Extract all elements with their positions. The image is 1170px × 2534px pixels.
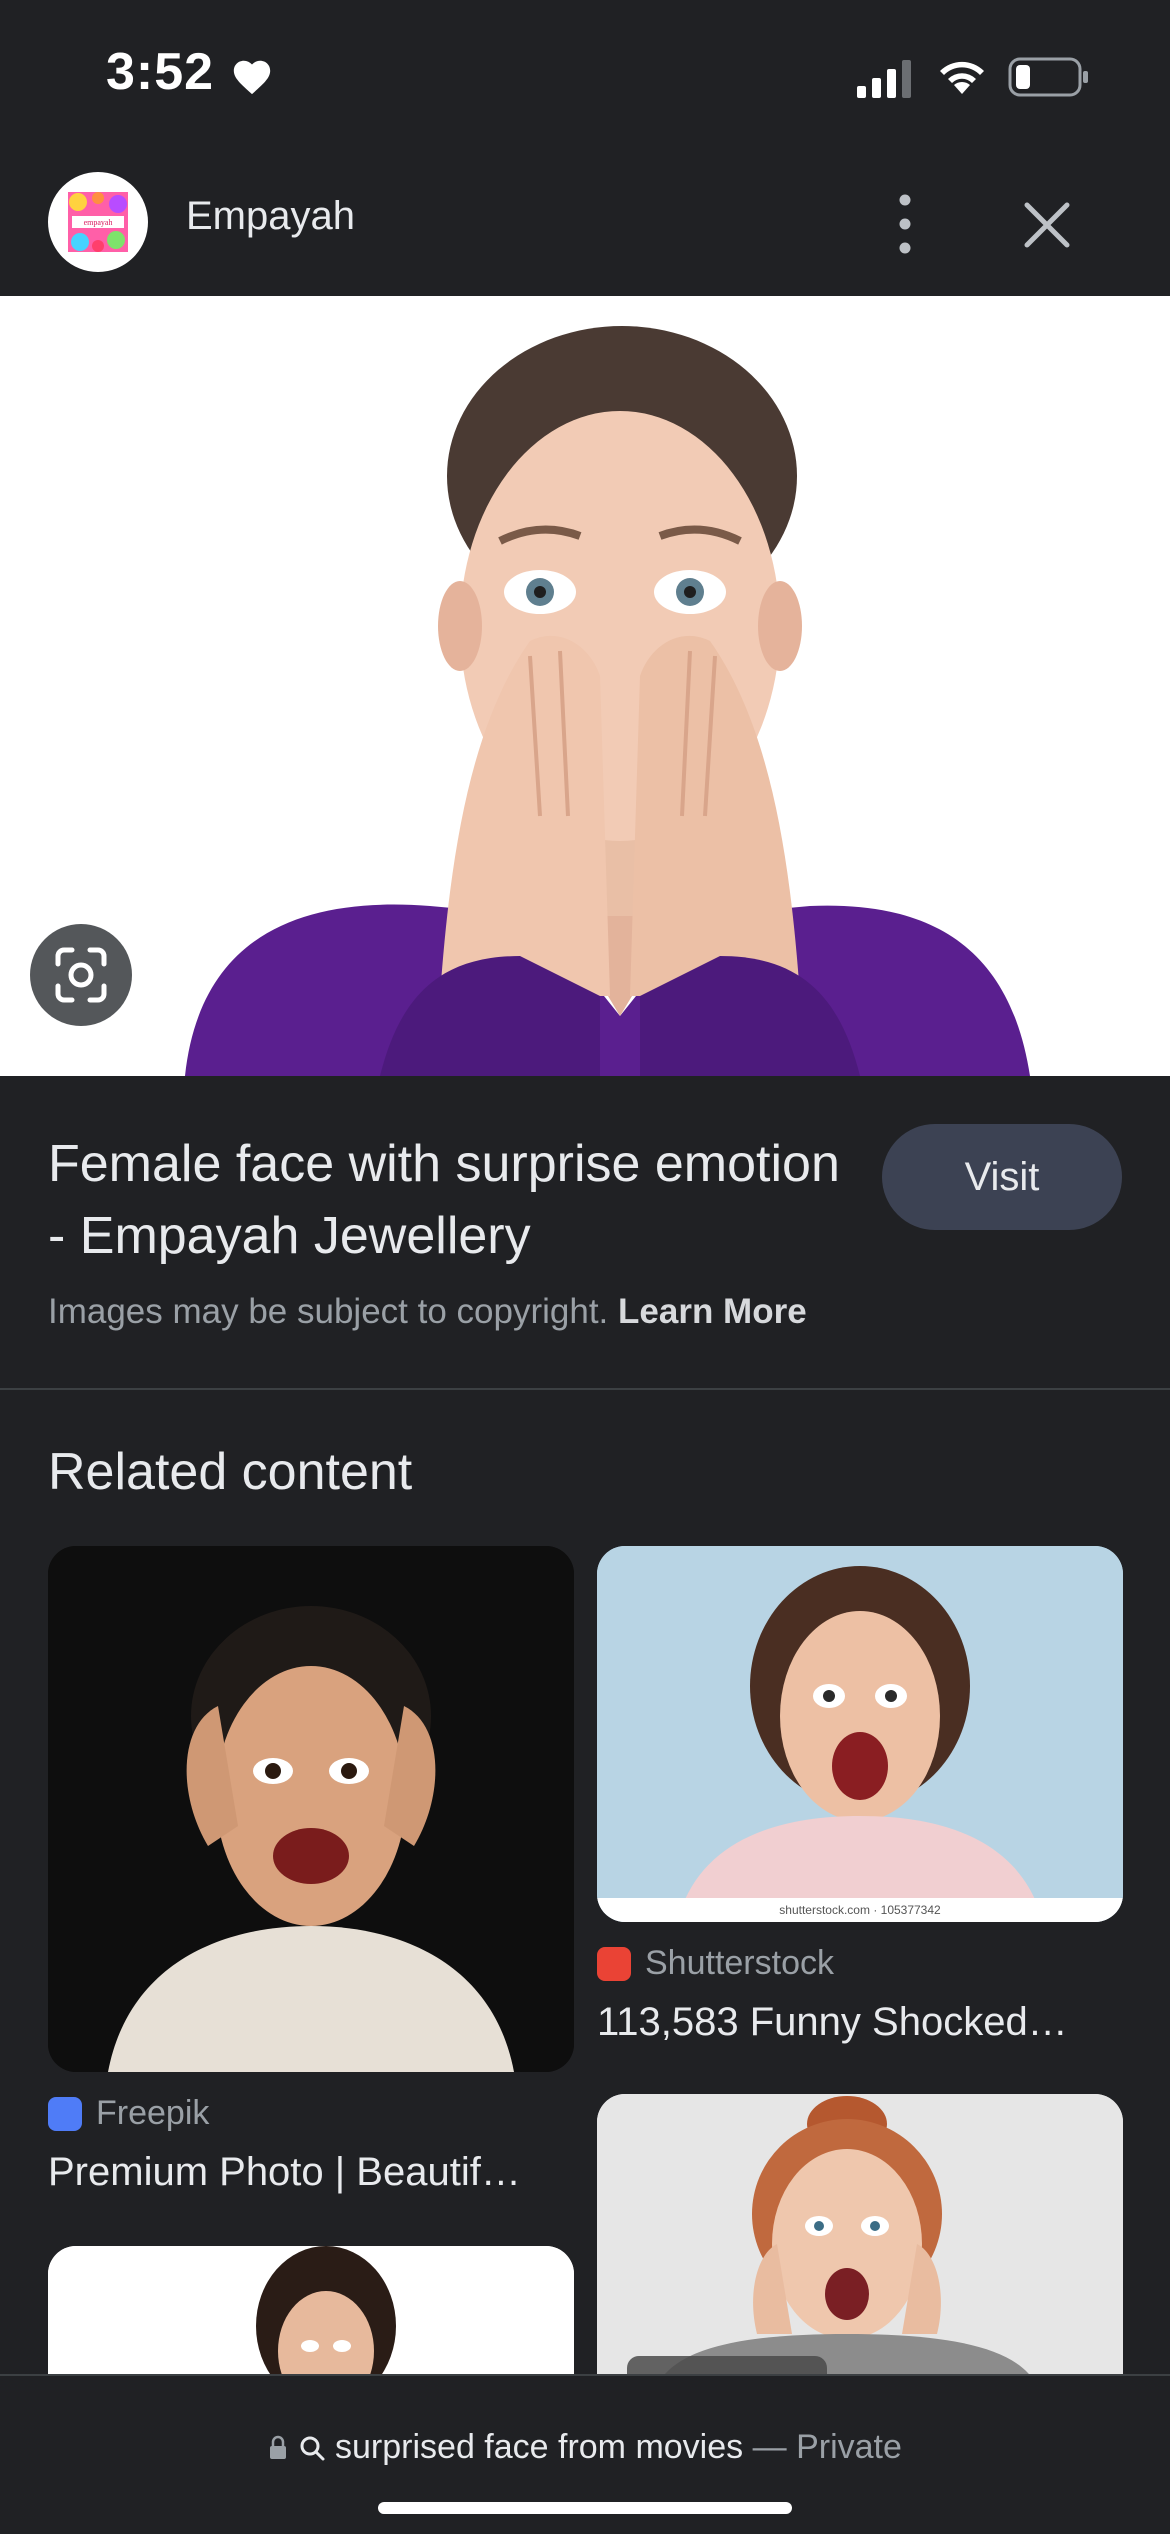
related-content-heading: Related content: [48, 1443, 413, 1501]
source-avatar[interactable]: empayah: [48, 172, 148, 272]
image-info-panel: Female face with surprise emotion - Empa…: [0, 1076, 1170, 1388]
related-source-shutterstock[interactable]: Shutterstock: [597, 1944, 834, 1983]
browser-bottom-bar: surprised face from movies — Private: [0, 2374, 1170, 2534]
related-image-4[interactable]: [597, 2094, 1123, 2386]
shutterstock-logo-icon: [597, 1946, 631, 1981]
separator: —: [752, 2428, 787, 2466]
related-source-freepik[interactable]: Freepik: [48, 2094, 209, 2133]
copyright-notice: Images may be subject to copyright. Lear…: [48, 1292, 807, 1332]
svg-text:shutterstock.com · 105377342: shutterstock.com · 105377342: [779, 1903, 941, 1917]
status-time: 3:52: [106, 43, 215, 101]
battery-icon: [1008, 57, 1088, 97]
related-title-1[interactable]: Premium Photo | Beautif…: [48, 2150, 521, 2195]
search-icon: [300, 2436, 325, 2461]
related-image-freepik[interactable]: [48, 1546, 574, 2072]
divider: [0, 1388, 1170, 1390]
address-bar[interactable]: surprised face from movies — Private: [0, 2428, 1170, 2467]
heart-icon: [233, 60, 271, 95]
home-indicator[interactable]: [378, 2502, 792, 2514]
visit-button[interactable]: Visit: [882, 1124, 1122, 1230]
close-icon[interactable]: [1012, 190, 1082, 260]
empayah-logo: empayah: [68, 192, 128, 252]
related-photo-4: [597, 2094, 1123, 2386]
status-bar: 3:52: [0, 0, 1170, 150]
more-vert-icon[interactable]: [875, 184, 935, 264]
svg-text:empayah: empayah: [84, 218, 113, 227]
private-mode-label: Private: [796, 2428, 902, 2466]
google-lens-icon: [55, 947, 107, 1003]
signal-icon: [857, 60, 911, 98]
search-query: surprised face from movies: [335, 2428, 744, 2466]
related-source-name: Shutterstock: [645, 1944, 834, 1982]
related-photo-3: [48, 2246, 574, 2386]
wifi-icon: [940, 61, 984, 94]
related-photo-2: shutterstock.com · 105377342: [597, 1546, 1123, 1922]
google-lens-button[interactable]: [30, 924, 132, 1026]
freepik-logo-icon: [48, 2096, 82, 2131]
image-viewer-header: empayah Empayah: [0, 150, 1170, 296]
learn-more-link[interactable]: Learn More: [618, 1292, 807, 1331]
main-image[interactable]: [0, 296, 1170, 1076]
image-title[interactable]: Female face with surprise emotion - Empa…: [48, 1128, 848, 1272]
source-title[interactable]: Empayah: [186, 194, 355, 239]
copyright-text: Images may be subject to copyright.: [48, 1292, 609, 1331]
related-image-3[interactable]: [48, 2246, 574, 2386]
lock-icon: [270, 2435, 287, 2459]
related-image-shutterstock[interactable]: shutterstock.com · 105377342: [597, 1546, 1123, 1922]
related-title-2[interactable]: 113,583 Funny Shocked…: [597, 2000, 1068, 2045]
surprised-woman-photo: [185, 326, 1030, 1076]
related-photo-1: [48, 1546, 574, 2072]
related-source-name: Freepik: [96, 2094, 210, 2132]
